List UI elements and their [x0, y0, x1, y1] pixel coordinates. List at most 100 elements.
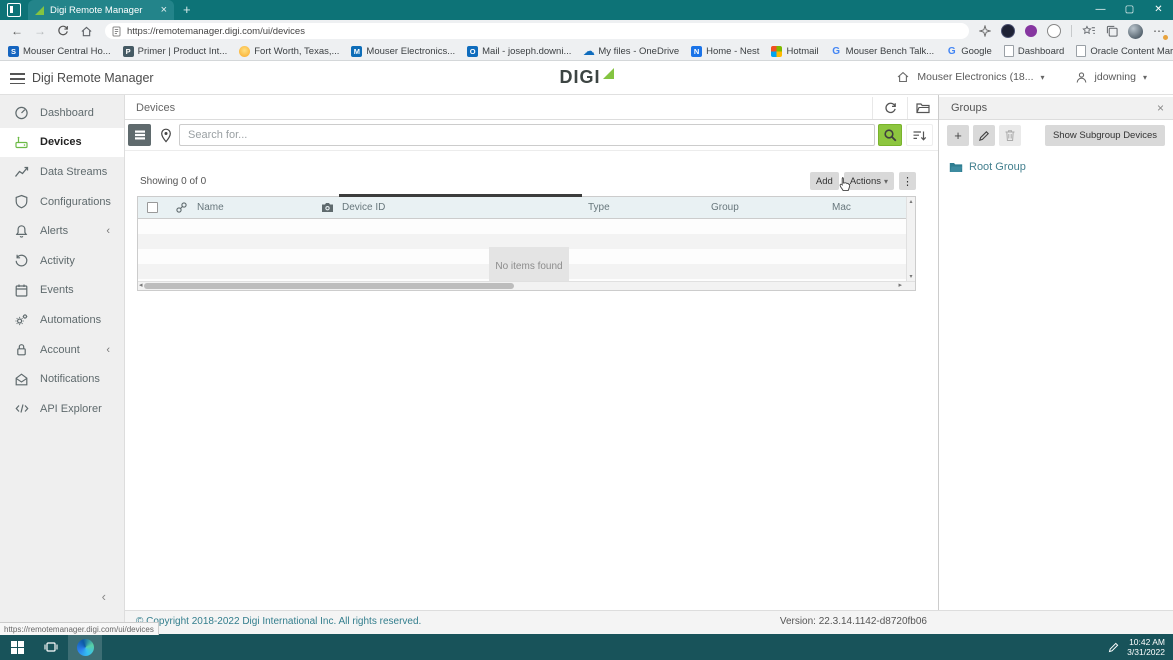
favorites-hub-icon[interactable]	[1082, 25, 1096, 37]
add-button[interactable]: Add	[810, 172, 839, 190]
bookmark-item[interactable]: SMouser Central Ho...	[8, 46, 111, 57]
sparkle-badge-icon[interactable]	[979, 25, 991, 37]
root-group-item[interactable]: Root Group	[949, 161, 1026, 173]
refresh-icon[interactable]	[57, 25, 69, 37]
expand-chevron-icon[interactable]: ‹	[106, 225, 110, 237]
bookmark-item[interactable]: OMail - joseph.downi...	[467, 46, 571, 57]
close-icon[interactable]: ×	[1157, 101, 1164, 115]
column-header-device-id[interactable]: Device ID	[342, 202, 385, 213]
tab-close-icon[interactable]: ×	[161, 5, 167, 16]
bookmark-item[interactable]: NHome - Nest	[691, 46, 759, 57]
scroll-left-icon[interactable]: ◂	[139, 282, 143, 290]
back-icon[interactable]: ←	[11, 25, 23, 37]
sidebar-item-dashboard[interactable]: Dashboard	[0, 98, 124, 128]
scrollbar-thumb[interactable]	[144, 283, 514, 289]
site-info-icon[interactable]	[112, 26, 121, 37]
bookmark-item[interactable]: GMouser Bench Talk...	[831, 46, 935, 57]
sidebar-item-api-explorer[interactable]: API Explorer	[0, 394, 124, 424]
sidebar-item-data-streams[interactable]: Data Streams	[0, 157, 124, 187]
select-all-checkbox[interactable]	[147, 202, 158, 213]
bookmark-label: Mouser Central Ho...	[23, 46, 111, 57]
map-view-button[interactable]	[155, 124, 177, 146]
sidebar-item-devices[interactable]: Devices	[0, 128, 124, 158]
bookmark-favicon: ☁	[583, 46, 594, 57]
sidebar-item-account[interactable]: Account ‹	[0, 335, 124, 365]
sidebar-item-label: Alerts	[40, 225, 68, 237]
bookmark-item[interactable]: Hotmail	[771, 46, 818, 57]
list-view-button[interactable]	[128, 124, 151, 146]
search-input[interactable]	[179, 124, 875, 146]
task-view-button[interactable]	[34, 634, 68, 660]
column-header-name[interactable]: Name	[197, 202, 224, 213]
edge-taskbar-button[interactable]	[68, 634, 102, 660]
scroll-right-icon[interactable]: ▸	[898, 282, 902, 290]
copyright-text[interactable]: © Copyright 2018-2022 Digi International…	[136, 616, 421, 627]
browser-tab[interactable]: Digi Remote Manager ×	[28, 0, 174, 20]
bookmark-item[interactable]: MMouser Electronics...	[351, 46, 455, 57]
groups-toggle-button[interactable]	[907, 97, 938, 119]
addressbar-actions: ⋯	[979, 24, 1165, 39]
column-header-group[interactable]: Group	[711, 202, 739, 213]
sidebar-item-notifications[interactable]: Notifications	[0, 364, 124, 394]
profile-avatar[interactable]	[1128, 24, 1143, 39]
organization-selector[interactable]: Mouser Electronics (18...	[917, 71, 1033, 83]
sidebar-item-activity[interactable]: Activity	[0, 246, 124, 276]
forward-icon[interactable]: →	[34, 25, 46, 37]
show-subgroup-devices-button[interactable]: Show Subgroup Devices	[1045, 125, 1165, 146]
extension-icon-purple[interactable]	[1025, 25, 1037, 37]
calendar-icon	[13, 283, 30, 298]
extension-icon-dark[interactable]	[1001, 24, 1015, 38]
sidebar-collapse-icon[interactable]: ‹	[102, 589, 106, 604]
url-field[interactable]: https://remotemanager.digi.com/ui/device…	[105, 23, 969, 39]
browser-menu-icon[interactable]: ⋯	[1153, 25, 1165, 37]
bookmark-item[interactable]: ☁My files - OneDrive	[583, 46, 679, 57]
folder-open-icon	[949, 162, 963, 173]
browser-titlebar: Digi Remote Manager × + — ▢ ✕	[0, 0, 1173, 20]
windows-ink-icon[interactable]	[1108, 642, 1119, 653]
edit-group-button[interactable]	[973, 125, 995, 146]
column-header-mac[interactable]: Mac	[832, 202, 851, 213]
search-button[interactable]	[878, 124, 902, 146]
vertical-scrollbar[interactable]: ▴ ▾	[906, 197, 915, 282]
bookmark-item[interactable]: Dashboard	[1004, 45, 1064, 57]
sidebar-item-configurations[interactable]: Configurations	[0, 187, 124, 217]
sidebar-item-events[interactable]: Events	[0, 276, 124, 306]
expand-chevron-icon[interactable]: ‹	[106, 344, 110, 356]
home-icon[interactable]	[80, 25, 93, 38]
actions-button[interactable]: Actions▾	[844, 172, 894, 190]
search-toolbar	[125, 121, 938, 151]
user-menu[interactable]: jdowning	[1095, 71, 1136, 83]
chevron-down-icon: ▾	[1143, 73, 1147, 82]
maximize-button[interactable]: ▢	[1115, 0, 1144, 20]
add-group-button[interactable]: +	[947, 125, 969, 146]
windows-logo-icon	[11, 641, 24, 654]
bookmark-item[interactable]: Oracle Content Mar...	[1076, 45, 1173, 57]
more-options-button[interactable]: ⋮	[899, 172, 916, 190]
column-header-type[interactable]: Type	[588, 202, 610, 213]
menu-toggle-icon[interactable]	[10, 73, 25, 87]
close-button[interactable]: ✕	[1144, 0, 1173, 20]
minimize-button[interactable]: —	[1086, 0, 1115, 20]
taskbar-clock[interactable]: 10:42 AM 3/31/2022	[1127, 637, 1165, 657]
organization-home-icon[interactable]	[896, 70, 910, 84]
sidebar-item-alerts[interactable]: Alerts ‹	[0, 216, 124, 246]
collections-icon[interactable]	[1106, 25, 1118, 37]
sort-filter-button[interactable]	[906, 124, 933, 146]
start-button[interactable]	[0, 634, 34, 660]
scroll-down-icon[interactable]: ▾	[907, 273, 915, 281]
refresh-button[interactable]	[872, 97, 908, 119]
delete-group-button[interactable]	[999, 125, 1021, 146]
router-icon	[13, 135, 30, 150]
scroll-up-icon[interactable]: ▴	[907, 198, 915, 206]
extension-icon-gray[interactable]	[1047, 24, 1061, 38]
table-header: Name Device ID Type Group Mac	[138, 197, 915, 219]
bookmark-label: Mouser Bench Talk...	[846, 46, 935, 57]
bookmark-item[interactable]: Fort Worth, Texas,...	[239, 46, 339, 57]
bookmark-item[interactable]: GGoogle	[946, 46, 992, 57]
bookmark-item[interactable]: PPrimer | Product Int...	[123, 46, 228, 57]
sidebar-item-automations[interactable]: Automations	[0, 305, 124, 335]
bookmark-label: Oracle Content Mar...	[1090, 46, 1173, 57]
new-tab-button[interactable]: +	[183, 2, 191, 17]
horizontal-scrollbar[interactable]: ◂ ▸	[138, 281, 915, 290]
browser-window-icon[interactable]	[7, 3, 21, 17]
